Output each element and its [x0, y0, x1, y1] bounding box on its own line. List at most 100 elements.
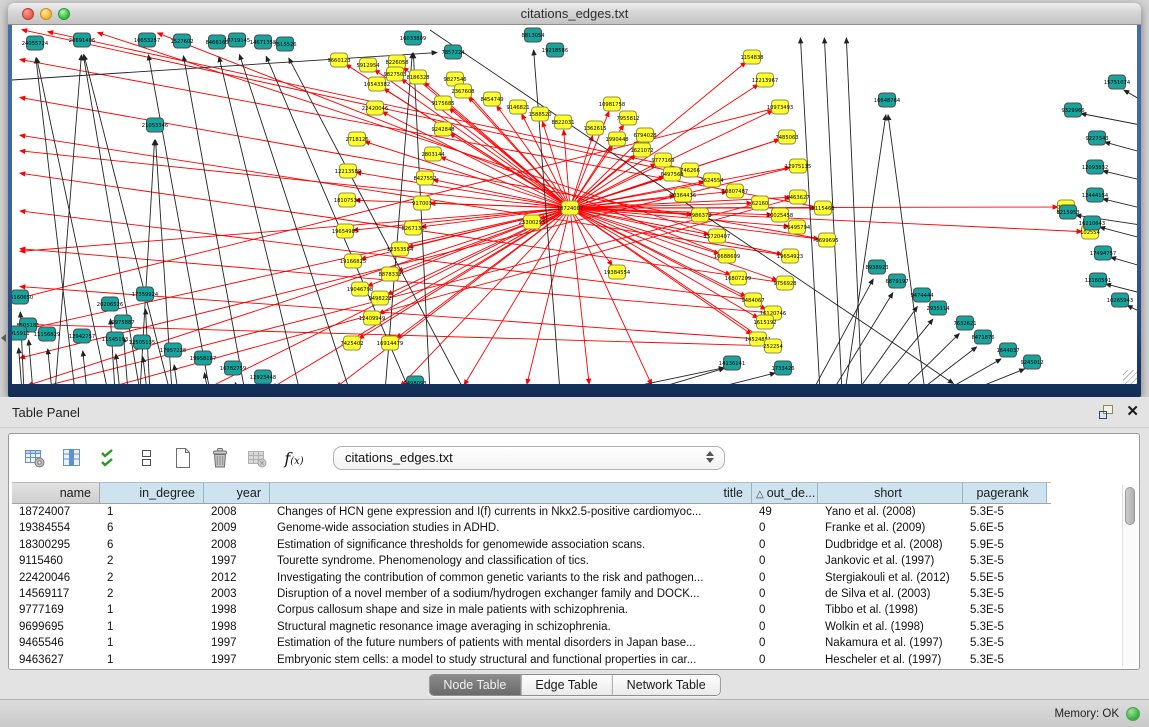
network-node[interactable]: 7986372 [688, 208, 711, 222]
network-node[interactable]: 9699695 [815, 233, 838, 247]
close-traffic-light[interactable] [22, 8, 34, 20]
network-node[interactable]: 8471876 [971, 330, 994, 344]
network-node[interactable]: 7857224 [441, 45, 465, 59]
network-node[interactable]: 9498222 [368, 291, 391, 305]
citation-edge-black[interactable] [1124, 90, 1137, 100]
citation-edge-black[interactable] [900, 334, 959, 384]
scrollbar-thumb[interactable] [1125, 487, 1135, 525]
tab-node-table[interactable]: Node Table [429, 675, 520, 695]
network-node[interactable]: 12160591 [1085, 273, 1111, 287]
network-node[interactable]: 1621072 [630, 143, 653, 157]
network-node[interactable]: 16782759 [220, 361, 246, 375]
table-vertical-scrollbar[interactable] [1122, 485, 1137, 666]
network-node[interactable]: 10688609 [714, 249, 740, 263]
citation-edge-black[interactable] [943, 359, 1001, 384]
network-node[interactable]: 10653257 [134, 33, 160, 47]
network-node[interactable]: 1362615 [583, 121, 606, 135]
network-node[interactable]: 16914479 [377, 336, 403, 350]
network-node[interactable]: 9756928 [773, 276, 796, 290]
citation-edge-black[interactable] [1127, 305, 1137, 312]
citation-edge-black[interactable] [967, 369, 1025, 384]
network-node[interactable]: 17957228 [160, 343, 186, 357]
network-node[interactable]: 10025458 [767, 208, 793, 222]
network-node[interactable]: 8267130 [401, 221, 424, 235]
citation-edge-black[interactable] [1106, 284, 1137, 293]
network-node[interactable]: 1527602 [170, 34, 193, 48]
citation-edge-black[interactable] [812, 279, 873, 384]
citation-edge-black[interactable] [174, 365, 178, 384]
network-node[interactable]: 9777169 [651, 153, 674, 167]
citation-edge-red[interactable] [527, 208, 570, 384]
network-node[interactable]: 16033809 [400, 31, 426, 45]
network-node[interactable]: 19218586 [542, 43, 568, 57]
citation-edge-black[interactable] [1100, 227, 1137, 238]
network-node[interactable]: 5912954 [356, 58, 380, 72]
table-row[interactable]: 2242004622012Investigating the contribut… [12, 570, 1051, 586]
table-row[interactable]: 946554611997Estimation of the future num… [12, 635, 1051, 651]
network-node[interactable]: 7485063 [775, 130, 798, 144]
network-node[interactable]: 16807209 [725, 271, 751, 285]
citation-edge-red[interactable] [356, 172, 570, 208]
citation-edge-black[interactable] [700, 373, 775, 384]
network-node[interactable]: 9146821 [506, 100, 529, 114]
network-node[interactable]: 8454749 [480, 92, 503, 106]
citation-edge-black[interactable] [1103, 199, 1137, 208]
network-node[interactable]: 7425402 [340, 336, 363, 350]
column-header-year[interactable]: year [204, 483, 270, 503]
citation-edge-red[interactable] [401, 208, 570, 384]
column-header-name[interactable]: name [12, 483, 100, 503]
network-node[interactable]: 19654923 [777, 249, 803, 263]
network-node[interactable]: 12213967 [752, 73, 778, 87]
network-node[interactable]: 8813054 [521, 28, 545, 42]
window-resize-grip[interactable] [1123, 370, 1137, 384]
network-node[interactable]: 19384554 [604, 265, 631, 279]
citation-edge-red[interactable] [20, 208, 570, 251]
tab-edge-table[interactable]: Edge Table [520, 675, 611, 695]
citation-edge-red[interactable] [564, 130, 570, 208]
network-node[interactable]: 18107534 [334, 193, 361, 207]
memory-ok-indicator-icon[interactable] [1126, 707, 1140, 721]
network-node[interactable]: 2367608 [451, 84, 474, 98]
network-node[interactable]: 2718126 [345, 132, 368, 146]
close-panel-icon[interactable]: ✕ [1126, 404, 1139, 420]
citation-edge-red[interactable] [20, 151, 570, 208]
citation-edge-black[interactable] [873, 319, 933, 384]
double-checkmark-button[interactable] [97, 446, 121, 470]
table-settings-button[interactable] [23, 446, 47, 470]
new-document-button[interactable] [171, 446, 195, 470]
citation-edge-black[interactable] [1111, 257, 1137, 266]
network-node[interactable]: 12923448 [250, 370, 276, 384]
table-row[interactable]: 1830029562008Estimation of significance … [12, 537, 1051, 553]
network-node[interactable]: 12213589 [335, 164, 361, 178]
stacked-rows-button[interactable] [134, 446, 158, 470]
network-node[interactable]: 19958187 [190, 351, 216, 365]
table-row[interactable]: 969969511998Structural magnetic resonanc… [12, 619, 1051, 635]
citation-edge-black[interactable] [857, 307, 917, 384]
column-header-short[interactable]: short [818, 483, 963, 503]
network-node[interactable]: 8186328 [406, 70, 429, 84]
network-node[interactable]: 21053346 [142, 118, 168, 132]
network-node[interactable]: 1154838 [740, 50, 763, 64]
network-node[interactable]: 1615192 [753, 315, 776, 329]
network-node[interactable]: 1733426 [771, 361, 794, 375]
network-node[interactable]: 1990448 [605, 132, 628, 146]
citation-edge-red[interactable] [421, 208, 570, 227]
network-node[interactable]: 11156829 [34, 327, 60, 341]
citation-edge-black[interactable] [148, 55, 210, 384]
network-node[interactable]: 19166825 [340, 254, 366, 268]
network-node[interactable]: 9660123 [327, 53, 350, 67]
network-node[interactable]: 6497568 [660, 167, 683, 181]
citation-edge-black[interactable] [1081, 114, 1137, 125]
citation-edge-black[interactable] [124, 337, 128, 384]
table-row[interactable]: 1938455462009Genome-wide association stu… [12, 520, 1051, 536]
network-node[interactable]: 24055724 [22, 36, 49, 50]
citation-edge-red[interactable] [570, 208, 652, 384]
collapsed-panel-arrow-icon[interactable] [1, 334, 6, 342]
function-builder-button[interactable]: f(x) [282, 446, 306, 470]
column-header-in_degree[interactable]: in_degree [100, 483, 204, 503]
citation-edge-black[interactable] [116, 354, 120, 384]
minimize-traffic-light[interactable] [40, 8, 52, 20]
network-node[interactable]: 62160 [752, 196, 769, 210]
network-node[interactable]: 9975887 [111, 315, 134, 329]
column-header-title[interactable]: title [270, 483, 752, 503]
